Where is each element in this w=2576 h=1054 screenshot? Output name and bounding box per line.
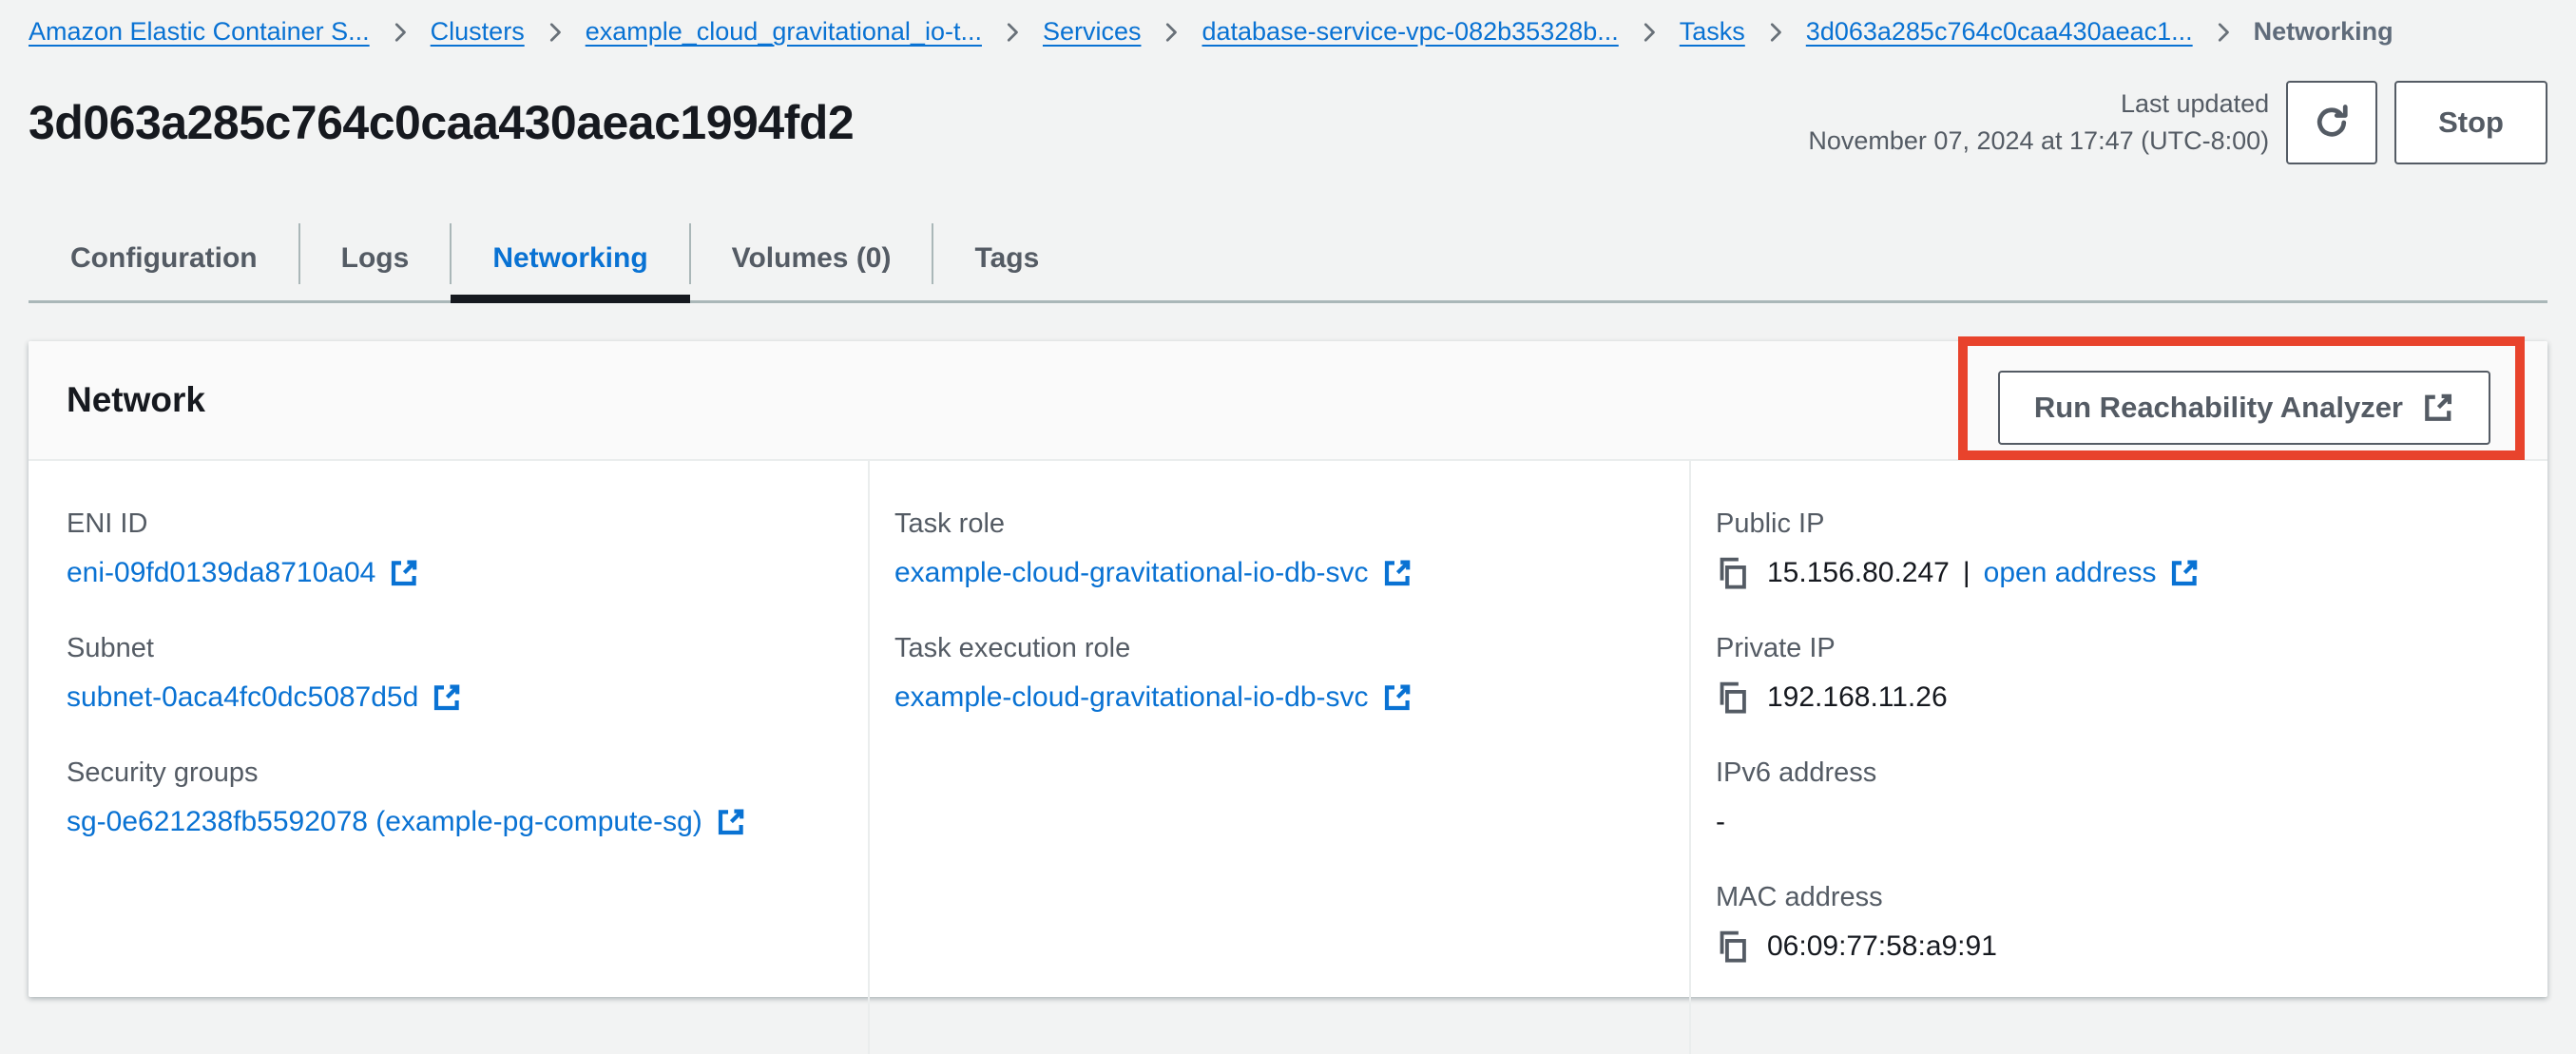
field-private-ip: Private IP 192.168.11.26 [1716, 633, 2519, 715]
task-role-link[interactable]: example-cloud-gravitational-io-db-svc [894, 556, 1369, 590]
field-label: Subnet [67, 633, 839, 664]
page-title: 3d063a285c764c0caa430aeac1994fd2 [29, 95, 854, 150]
external-link-icon[interactable] [1382, 682, 1413, 713]
field-ipv6: IPv6 address - [1716, 757, 2519, 839]
network-panel-body: ENI ID eni-09fd0139da8710a04 Subnet subn… [29, 461, 2547, 995]
field-task-role: Task role example-cloud-gravitational-io… [894, 508, 1661, 590]
network-panel: Network Run Reachability Analyzer ENI ID… [29, 341, 2547, 997]
field-security-groups: Security groups sg-0e621238fb5592078 (ex… [67, 757, 839, 839]
stop-button[interactable]: Stop [2394, 81, 2547, 164]
chevron-right-icon [1638, 21, 1661, 44]
subnet-link[interactable]: subnet-0aca4fc0dc5087d5d [67, 680, 418, 715]
field-public-ip: Public IP 15.156.80.247 | open address [1716, 508, 2519, 590]
breadcrumb-item-tasks[interactable]: Tasks [1680, 17, 1745, 47]
page-header: 3d063a285c764c0caa430aeac1994fd2 Last up… [0, 47, 2576, 174]
field-label: Public IP [1716, 508, 2519, 540]
tab-networking[interactable]: Networking [451, 216, 689, 300]
value-separator: | [1963, 556, 1970, 590]
eni-id-link[interactable]: eni-09fd0139da8710a04 [67, 556, 375, 590]
chevron-right-icon [1001, 21, 1024, 44]
chevron-right-icon [2212, 21, 2235, 44]
run-reachability-analyzer-button[interactable]: Run Reachability Analyzer [1998, 371, 2490, 445]
chevron-right-icon [389, 21, 412, 44]
external-link-icon[interactable] [2169, 558, 2200, 588]
field-label: Security groups [67, 757, 839, 789]
refresh-button[interactable] [2286, 81, 2377, 164]
network-column-right: Public IP 15.156.80.247 | open address P… [1689, 461, 2547, 1054]
copy-icon[interactable] [1716, 929, 1750, 964]
field-label: MAC address [1716, 882, 2519, 913]
mac-address-value: 06:09:77:58:a9:91 [1767, 929, 1997, 964]
chevron-right-icon [1160, 21, 1182, 44]
network-panel-title: Network [67, 380, 205, 420]
header-actions: Last updated November 07, 2024 at 17:47 … [1808, 81, 2547, 164]
field-label: Task role [894, 508, 1661, 540]
breadcrumb-item-clusters[interactable]: Clusters [431, 17, 525, 47]
security-group-link[interactable]: sg-0e621238fb5592078 (example-pg-compute… [67, 805, 702, 839]
breadcrumb-item-cluster-name[interactable]: example_cloud_gravitational_io-t... [586, 17, 982, 47]
breadcrumb-item-services[interactable]: Services [1043, 17, 1142, 47]
task-execution-role-link[interactable]: example-cloud-gravitational-io-db-svc [894, 680, 1369, 715]
last-updated-label: Last updated [1808, 86, 2269, 123]
field-task-execution-role: Task execution role example-cloud-gravit… [894, 633, 1661, 715]
copy-icon[interactable] [1716, 556, 1750, 590]
open-address-link[interactable]: open address [1984, 556, 2157, 590]
external-link-icon[interactable] [389, 558, 419, 588]
field-label: IPv6 address [1716, 757, 2519, 789]
tab-tags[interactable]: Tags [932, 216, 1081, 300]
field-eni-id: ENI ID eni-09fd0139da8710a04 [67, 508, 839, 590]
external-link-icon[interactable] [432, 682, 462, 713]
tab-configuration[interactable]: Configuration [29, 216, 299, 300]
analyzer-button-wrap: Run Reachability Analyzer [1998, 371, 2490, 445]
network-column-middle: Task role example-cloud-gravitational-io… [868, 461, 1689, 1054]
field-subnet: Subnet subnet-0aca4fc0dc5087d5d [67, 633, 839, 715]
field-label: ENI ID [67, 508, 839, 540]
last-updated: Last updated November 07, 2024 at 17:47 … [1808, 86, 2269, 160]
run-reachability-analyzer-label: Run Reachability Analyzer [2034, 391, 2403, 425]
refresh-icon [2313, 104, 2351, 142]
copy-icon[interactable] [1716, 680, 1750, 715]
tab-logs[interactable]: Logs [299, 216, 452, 300]
external-link-icon [2422, 392, 2454, 424]
network-panel-header: Network Run Reachability Analyzer [29, 341, 2547, 461]
breadcrumb: Amazon Elastic Container S... Clusters e… [0, 0, 2576, 47]
chevron-right-icon [1764, 21, 1787, 44]
last-updated-value: November 07, 2024 at 17:47 (UTC-8:00) [1808, 123, 2269, 160]
field-mac-address: MAC address 06:09:77:58:a9:91 [1716, 882, 2519, 964]
field-label: Private IP [1716, 633, 2519, 664]
private-ip-value: 192.168.11.26 [1767, 680, 1948, 715]
breadcrumb-current-networking: Networking [2254, 17, 2393, 47]
external-link-icon[interactable] [1382, 558, 1413, 588]
tab-volumes[interactable]: Volumes (0) [690, 216, 933, 300]
breadcrumb-item-service-name[interactable]: database-service-vpc-082b35328b... [1201, 17, 1618, 47]
breadcrumb-item-ecs[interactable]: Amazon Elastic Container S... [29, 17, 370, 47]
public-ip-value: 15.156.80.247 [1767, 556, 1950, 590]
external-link-icon[interactable] [716, 807, 746, 837]
breadcrumb-item-task-id[interactable]: 3d063a285c764c0caa430aeac1... [1806, 17, 2193, 47]
network-column-left: ENI ID eni-09fd0139da8710a04 Subnet subn… [29, 461, 868, 1054]
chevron-right-icon [544, 21, 567, 44]
ipv6-value: - [1716, 805, 1725, 839]
field-label: Task execution role [894, 633, 1661, 664]
tab-bar: Configuration Logs Networking Volumes (0… [29, 216, 2547, 303]
